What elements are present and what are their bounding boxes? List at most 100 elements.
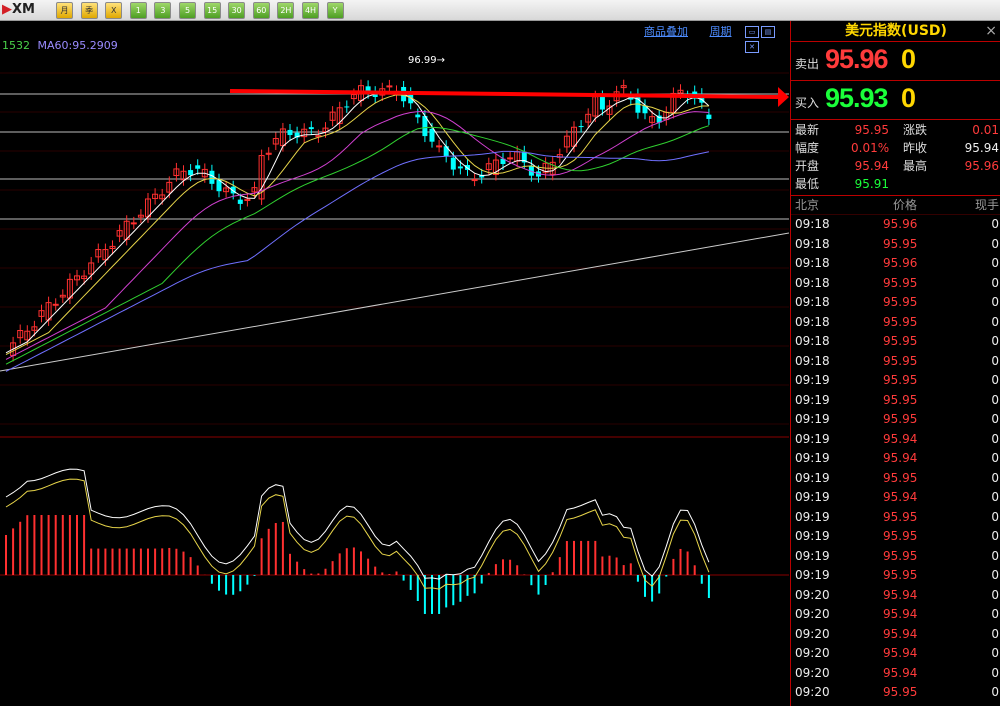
stat-row: 最低 95.91 — [791, 175, 1000, 193]
candlestick-chart[interactable]: 96.99→ — [0, 21, 789, 706]
trade-time: 09:20 — [795, 587, 830, 602]
ma-legend-b: MA60:95.2909 — [37, 39, 118, 52]
ma-legend: 1532 MA60:95.2909 — [2, 39, 118, 52]
trade-row: 09:19 95.95 0 — [791, 391, 1000, 411]
stat-v2: 95.94 — [964, 141, 999, 155]
period-button[interactable]: Y — [326, 2, 344, 19]
period-button[interactable]: 季 — [80, 2, 98, 19]
ma30-line — [5, 125, 710, 365]
trade-vol: 0 — [991, 646, 999, 660]
trade-row: 09:18 95.96 0 — [791, 254, 1000, 274]
trade-row: 09:19 95.95 0 — [791, 410, 1000, 430]
trade-vol: 0 — [991, 587, 999, 602]
red-arrow-head — [778, 87, 789, 107]
stats-grid: 最新 95.95 涨跌 0.01 幅度 0.01% 昨收 95.94 开盘 95.94 最高 95.9… — [791, 120, 1000, 196]
ma20-line — [5, 111, 709, 360]
trade-time: 09:19 — [795, 451, 830, 465]
trade-time: 09:18 — [795, 314, 830, 329]
trade-price: 95.95 — [883, 353, 918, 368]
trade-row: 09:19 95.94 0 — [791, 488, 1000, 508]
period-button[interactable]: 1 — [129, 2, 147, 19]
candle-down — [599, 96, 605, 110]
trade-vol: 0 — [991, 256, 999, 270]
trade-time: 09:19 — [795, 490, 830, 504]
period-button[interactable]: 月 — [56, 2, 73, 19]
trade-time: 09:20 — [795, 607, 830, 621]
trade-list[interactable]: 09:18 95.96 0 09:18 95.95 0 09:18 95.96 0 09:18 95… — [791, 215, 1000, 703]
stat-k2: 昨收 — [903, 141, 928, 155]
trade-price: 95.95 — [883, 314, 918, 329]
stat-v1: 0.01% — [851, 141, 890, 155]
stat-v2: 0.01 — [972, 123, 999, 137]
period-button[interactable]: 5 — [179, 2, 196, 19]
trade-vol: 0 — [991, 685, 999, 699]
trade-vol: 0 — [991, 665, 999, 680]
stat-row: 最新 95.95 涨跌 0.01 — [791, 121, 1000, 139]
trade-price: 95.94 — [883, 490, 918, 504]
chart-area[interactable]: 96.99→ 1532 MA60:95.2909 商品叠加 周期 ▭ ▤✕ — [0, 21, 789, 706]
window-buttons: ▭ ▤✕ — [745, 23, 789, 53]
trade-vol: 0 — [991, 607, 999, 621]
candle-down — [195, 165, 201, 169]
trade-price: 95.95 — [883, 685, 918, 699]
trade-price: 95.94 — [883, 607, 918, 621]
trade-vol: 0 — [991, 295, 999, 309]
trade-time: 09:20 — [795, 665, 830, 680]
trade-vol: 0 — [991, 412, 999, 426]
trade-vol: 0 — [991, 470, 999, 485]
trade-price: 95.95 — [883, 275, 918, 290]
trade-time: 09:19 — [795, 392, 830, 407]
period-link[interactable]: 周期 — [710, 25, 732, 38]
trade-time: 09:19 — [795, 568, 830, 582]
trade-row: 09:20 95.94 0 — [791, 605, 1000, 625]
stat-k2: 涨跌 — [903, 123, 928, 137]
trend-line — [0, 232, 789, 372]
trade-row: 09:20 95.94 0 — [791, 625, 1000, 645]
trade-row: 09:19 95.95 0 — [791, 566, 1000, 586]
trade-header: 北京 价格 现手 — [791, 196, 1000, 215]
trade-row: 09:18 95.96 0 — [791, 215, 1000, 235]
candle-down — [308, 127, 314, 130]
trade-header-price: 价格 — [892, 198, 917, 212]
period-button[interactable]: 30 — [228, 2, 246, 19]
trade-time: 09:18 — [795, 217, 830, 231]
candle-down — [209, 170, 215, 184]
stat-v1: 95.95 — [854, 123, 889, 137]
trade-row: 09:18 95.95 0 — [791, 352, 1000, 372]
trade-vol: 0 — [991, 490, 999, 504]
trade-time: 09:19 — [795, 509, 830, 524]
ma5-line — [5, 91, 710, 354]
trade-price: 95.95 — [883, 334, 918, 348]
trade-price: 95.94 — [883, 451, 918, 465]
sell-quote[interactable]: 卖出 95.96 0 — [791, 42, 1000, 81]
tile-icon[interactable]: ▤ — [761, 26, 775, 38]
stat-row: 幅度 0.01% 昨收 95.94 — [791, 139, 1000, 157]
buy-quote[interactable]: 买入 95.93 0 — [791, 81, 1000, 120]
product-overlay-link[interactable]: 商品叠加 — [644, 25, 688, 38]
trade-price: 95.95 — [883, 568, 918, 582]
restore-icon[interactable]: ▭ — [745, 26, 759, 38]
period-button[interactable]: 60 — [252, 2, 270, 19]
trade-vol: 0 — [991, 568, 999, 582]
trade-price: 95.95 — [883, 509, 918, 524]
trade-time: 09:18 — [795, 275, 830, 290]
trade-row: 09:20 95.95 0 — [791, 683, 1000, 703]
candle-down — [344, 106, 350, 108]
trade-time: 09:20 — [795, 626, 830, 641]
trade-row: 09:18 95.95 0 — [791, 313, 1000, 333]
period-button[interactable]: X — [105, 2, 123, 19]
close-icon[interactable]: × — [985, 21, 997, 41]
period-button[interactable]: 15 — [203, 2, 221, 19]
candle-up — [471, 179, 478, 182]
trade-vol: 0 — [991, 509, 999, 524]
trade-time: 09:19 — [795, 470, 830, 485]
period-button[interactable]: 3 — [154, 2, 172, 19]
trade-price: 95.95 — [883, 470, 918, 485]
period-button[interactable]: 2H — [277, 2, 295, 19]
trade-vol: 0 — [991, 392, 999, 407]
trade-vol: 0 — [991, 236, 999, 251]
trade-row: 09:18 95.95 0 — [791, 235, 1000, 255]
candle-up — [130, 222, 137, 225]
period-button[interactable]: 4H — [302, 2, 319, 19]
close-window-icon[interactable]: ✕ — [745, 41, 759, 53]
